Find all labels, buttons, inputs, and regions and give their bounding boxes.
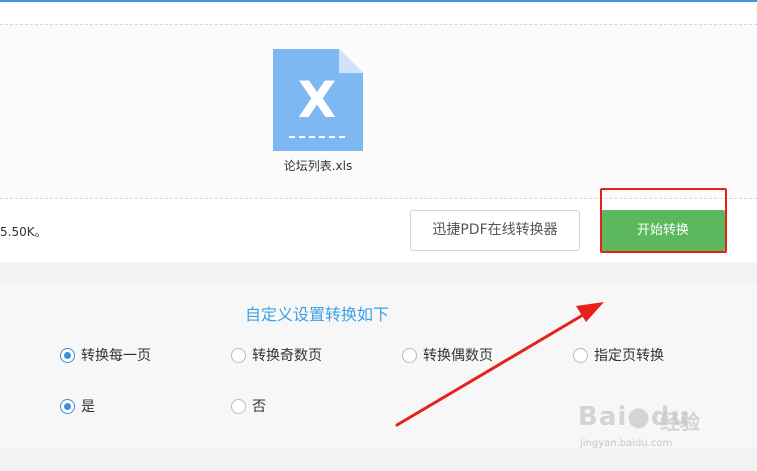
radio-button-checked[interactable] — [60, 347, 75, 363]
radio-convert-even-pages[interactable]: 转换偶数页 — [402, 345, 493, 365]
radio-label: 转换每一页 — [81, 348, 151, 364]
radio-button[interactable] — [573, 347, 588, 363]
converter-link-button[interactable]: 迅捷PDF在线转换器 — [410, 210, 580, 251]
start-convert-button[interactable]: 开始转换 — [600, 210, 726, 251]
radio-no[interactable]: 否 — [231, 396, 266, 416]
radio-label: 否 — [252, 399, 266, 415]
radio-specified-pages[interactable]: 指定页转换 — [573, 345, 664, 365]
xls-file-icon: X — [273, 49, 363, 151]
file-name: 论坛列表.xls — [283, 159, 353, 173]
file-type-letter: X — [298, 71, 337, 129]
settings-title: 自定义设置转换如下 — [244, 305, 389, 324]
watermark-jingyan-text: 经验 — [660, 410, 700, 434]
radio-button[interactable] — [231, 347, 246, 363]
radio-label: 转换偶数页 — [423, 348, 493, 364]
watermark-url-text: jingyan.baidu.com — [580, 438, 673, 449]
radio-convert-odd-pages[interactable]: 转换奇数页 — [231, 345, 322, 365]
paw-icon: ● — [627, 402, 651, 432]
radio-yes[interactable]: 是 — [60, 396, 95, 416]
radio-button[interactable] — [402, 347, 417, 363]
radio-label: 是 — [81, 399, 95, 415]
action-row: 5.50K。 迅捷PDF在线转换器 开始转换 — [0, 199, 757, 262]
radio-convert-every-page[interactable]: 转换每一页 — [60, 345, 151, 365]
baidu-watermark: Bai●du 经验 jingyan.baidu.com — [578, 402, 718, 458]
file-size-text: 5.50K。 — [0, 225, 47, 239]
radio-button[interactable] — [231, 398, 246, 414]
file-dropzone[interactable]: X 论坛列表.xls — [0, 24, 757, 199]
radio-label: 转换奇数页 — [252, 348, 322, 364]
upload-card: X 论坛列表.xls 5.50K。 迅捷PDF在线转换器 开始转换 — [0, 2, 757, 262]
radio-label: 指定页转换 — [594, 348, 664, 364]
radio-button-checked[interactable] — [60, 398, 75, 414]
